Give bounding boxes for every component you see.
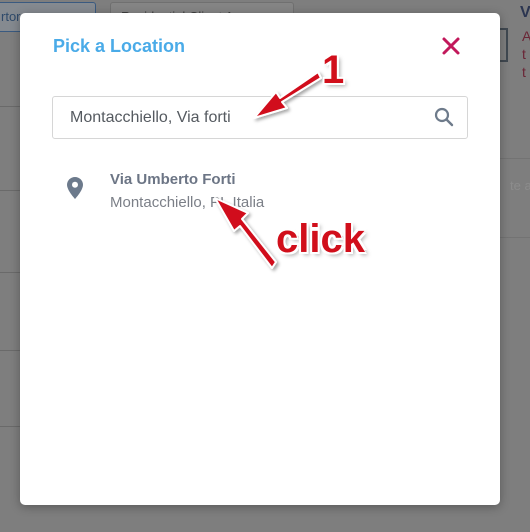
step-number-annotation: 1 [322, 48, 345, 92]
arrow-to-result-icon [214, 197, 277, 269]
arrow-to-search-icon [253, 71, 322, 119]
click-annotation: click [276, 217, 365, 261]
annotation-arrows [214, 71, 322, 269]
